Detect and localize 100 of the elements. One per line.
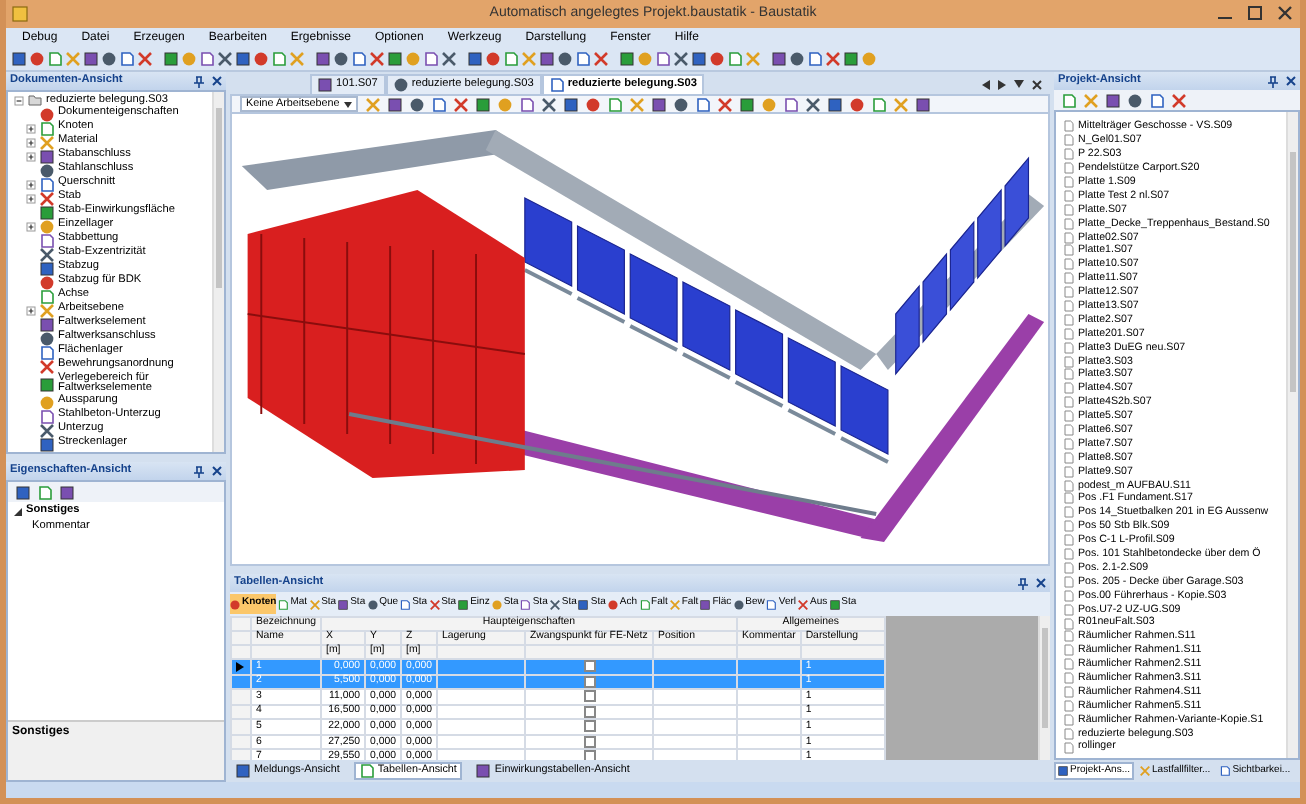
cross-icon[interactable] bbox=[805, 97, 820, 111]
cross-icon[interactable] bbox=[218, 52, 232, 66]
expand-icon[interactable] bbox=[26, 137, 36, 148]
circle-icon[interactable] bbox=[102, 52, 116, 66]
page-icon[interactable] bbox=[656, 52, 670, 66]
maximize-icon[interactable] bbox=[1248, 6, 1262, 20]
cross-icon bbox=[40, 247, 54, 262]
square-icon[interactable] bbox=[475, 97, 490, 111]
circle-icon[interactable] bbox=[30, 52, 44, 66]
square-icon bbox=[700, 599, 711, 609]
checkbox[interactable] bbox=[583, 690, 595, 703]
circle-icon[interactable] bbox=[1128, 93, 1142, 107]
right-arrow-icon[interactable] bbox=[998, 79, 1006, 89]
checkbox[interactable] bbox=[583, 750, 595, 760]
cross-icon[interactable] bbox=[717, 97, 732, 111]
collapse-icon[interactable] bbox=[14, 95, 24, 106]
page-icon[interactable] bbox=[48, 52, 62, 66]
square-icon bbox=[1058, 766, 1068, 776]
cross-icon[interactable] bbox=[442, 52, 456, 66]
circle-icon[interactable] bbox=[558, 52, 572, 66]
square-icon bbox=[236, 764, 250, 778]
page-icon bbox=[1220, 766, 1231, 776]
close-icon[interactable] bbox=[1036, 577, 1046, 587]
expand-icon[interactable] bbox=[26, 179, 36, 190]
expand-icon[interactable] bbox=[26, 221, 36, 232]
square-icon bbox=[40, 317, 54, 332]
page-icon bbox=[520, 599, 531, 609]
square-icon[interactable] bbox=[60, 485, 74, 499]
cross-icon bbox=[549, 599, 560, 609]
expand-icon[interactable] bbox=[26, 123, 36, 134]
page-icon bbox=[639, 599, 650, 609]
cross-icon[interactable] bbox=[453, 97, 468, 111]
cross-icon[interactable] bbox=[541, 97, 556, 111]
page-icon[interactable] bbox=[352, 52, 366, 66]
circle-icon bbox=[367, 599, 378, 609]
circle-icon[interactable] bbox=[409, 97, 424, 111]
circle-icon bbox=[40, 331, 54, 346]
cross-icon[interactable] bbox=[370, 52, 384, 66]
cross-icon bbox=[798, 599, 809, 609]
square-icon bbox=[40, 205, 54, 220]
pin-icon[interactable] bbox=[194, 75, 204, 87]
cross-icon bbox=[40, 359, 54, 374]
cross-icon bbox=[40, 135, 54, 150]
scrollbar[interactable] bbox=[1038, 616, 1050, 760]
circle-icon[interactable] bbox=[790, 52, 804, 66]
left-arrow-icon[interactable] bbox=[982, 79, 990, 89]
circle-icon[interactable] bbox=[254, 52, 268, 66]
checkbox[interactable] bbox=[583, 720, 595, 733]
square-icon bbox=[40, 149, 54, 164]
square-icon[interactable] bbox=[1106, 93, 1120, 107]
expand-icon[interactable] bbox=[26, 305, 36, 316]
page-icon[interactable] bbox=[504, 52, 518, 66]
page-icon[interactable] bbox=[272, 52, 286, 66]
collapse-arrow-icon[interactable] bbox=[14, 507, 22, 515]
close-icon[interactable] bbox=[1278, 6, 1292, 20]
circle-icon[interactable] bbox=[585, 97, 600, 111]
square-icon[interactable] bbox=[827, 97, 842, 111]
dropdown-icon[interactable] bbox=[1014, 80, 1024, 88]
pin-icon[interactable] bbox=[194, 465, 204, 477]
pin-icon[interactable] bbox=[1268, 75, 1278, 87]
page-icon[interactable] bbox=[120, 52, 134, 66]
close-icon[interactable] bbox=[1286, 75, 1296, 85]
page-icon bbox=[400, 599, 411, 609]
page-icon[interactable] bbox=[728, 52, 742, 66]
cross-icon[interactable] bbox=[594, 52, 608, 66]
scrollbar[interactable] bbox=[1286, 112, 1298, 758]
cross-icon bbox=[40, 191, 54, 206]
circle-icon[interactable] bbox=[849, 97, 864, 111]
cross-icon[interactable] bbox=[674, 52, 688, 66]
square-icon[interactable] bbox=[563, 97, 578, 111]
circle-icon[interactable] bbox=[486, 52, 500, 66]
circle-icon bbox=[607, 599, 618, 609]
circle-icon[interactable] bbox=[710, 52, 724, 66]
cross-icon bbox=[429, 599, 440, 609]
expand-icon[interactable] bbox=[26, 193, 36, 204]
cross-icon[interactable] bbox=[1172, 93, 1186, 107]
caret-icon bbox=[343, 101, 352, 107]
page-icon[interactable] bbox=[38, 485, 52, 499]
page-icon bbox=[40, 409, 54, 424]
expand-icon[interactable] bbox=[26, 151, 36, 162]
cross-icon[interactable] bbox=[138, 52, 152, 66]
square-icon[interactable] bbox=[739, 97, 754, 111]
square-icon bbox=[318, 78, 332, 92]
page-icon[interactable] bbox=[808, 52, 822, 66]
circle-icon[interactable] bbox=[334, 52, 348, 66]
square-icon[interactable] bbox=[915, 97, 930, 111]
close-icon[interactable] bbox=[1032, 79, 1042, 89]
page-icon[interactable] bbox=[424, 52, 438, 66]
square-icon[interactable] bbox=[387, 97, 402, 111]
pin-icon[interactable] bbox=[1018, 577, 1028, 589]
circle-icon bbox=[40, 107, 54, 122]
page-icon[interactable] bbox=[200, 52, 214, 66]
circle-icon[interactable] bbox=[673, 97, 688, 111]
close-icon[interactable] bbox=[212, 75, 222, 85]
cross-icon[interactable] bbox=[826, 52, 840, 66]
close-icon[interactable] bbox=[212, 465, 222, 475]
checkbox[interactable] bbox=[583, 660, 595, 672]
scrollbar[interactable] bbox=[212, 92, 224, 452]
square-icon[interactable] bbox=[651, 97, 666, 111]
square-icon[interactable] bbox=[16, 485, 30, 499]
